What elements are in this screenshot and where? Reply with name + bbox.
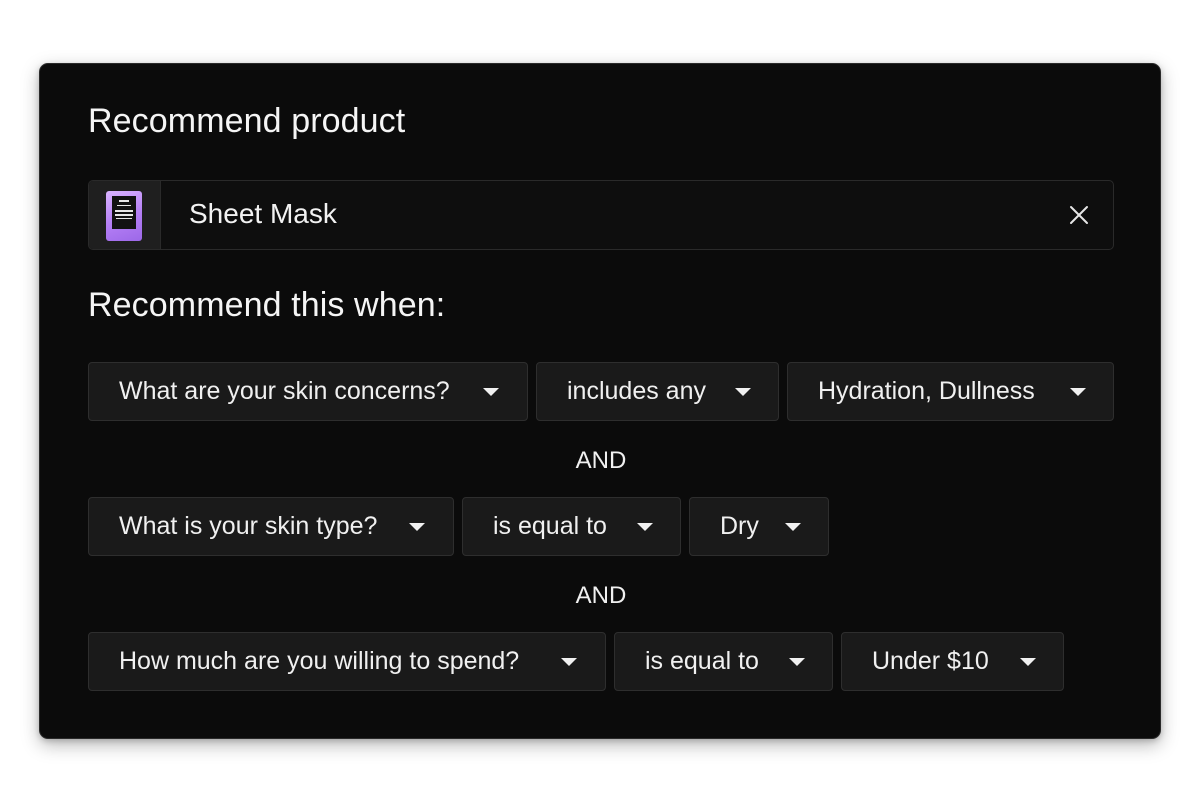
product-thumbnail	[89, 181, 161, 249]
rule-2-operator-dropdown[interactable]: is equal to	[462, 497, 681, 556]
product-name: Sheet Mask	[189, 198, 337, 229]
chevron-down-icon	[785, 523, 801, 531]
rule-1-value-dropdown[interactable]: Hydration, Dullness	[787, 362, 1114, 421]
recommendation-panel: Recommend product Sheet Mask Recommend t…	[39, 63, 1161, 739]
selected-product[interactable]: Sheet Mask	[88, 180, 1114, 250]
dropdown-label: How much are you willing to spend?	[119, 647, 520, 675]
recommend-product-heading: Recommend product	[88, 102, 406, 140]
chevron-down-icon	[1020, 658, 1036, 666]
chevron-down-icon	[1070, 388, 1086, 396]
dropdown-label: What is your skin type?	[119, 512, 378, 540]
chevron-down-icon	[561, 658, 577, 666]
dropdown-label: is equal to	[645, 647, 759, 675]
chevron-down-icon	[483, 388, 499, 396]
conditions-heading: Recommend this when:	[88, 286, 446, 324]
chevron-down-icon	[735, 388, 751, 396]
chevron-down-icon	[637, 523, 653, 531]
rule-1-question-dropdown[interactable]: What are your skin concerns?	[88, 362, 528, 421]
sheet-mask-package-icon	[106, 191, 142, 241]
dropdown-label: What are your skin concerns?	[119, 377, 450, 405]
dropdown-label: is equal to	[493, 512, 607, 540]
chevron-down-icon	[409, 523, 425, 531]
rule-3-question-dropdown[interactable]: How much are you willing to spend?	[88, 632, 606, 691]
rule-2-question-dropdown[interactable]: What is your skin type?	[88, 497, 454, 556]
dropdown-label: Under $10	[872, 647, 989, 675]
rule-1-operator-dropdown[interactable]: includes any	[536, 362, 779, 421]
dropdown-label: Hydration, Dullness	[818, 377, 1035, 405]
chevron-down-icon	[789, 658, 805, 666]
rule-3-value-dropdown[interactable]: Under $10	[841, 632, 1064, 691]
rule-3-operator-dropdown[interactable]: is equal to	[614, 632, 833, 691]
and-connector: AND	[575, 582, 627, 609]
dropdown-label: Dry	[720, 512, 759, 540]
close-icon[interactable]	[1069, 205, 1089, 225]
dropdown-label: includes any	[567, 377, 706, 405]
and-connector: AND	[575, 447, 627, 474]
rule-2-value-dropdown[interactable]: Dry	[689, 497, 829, 556]
